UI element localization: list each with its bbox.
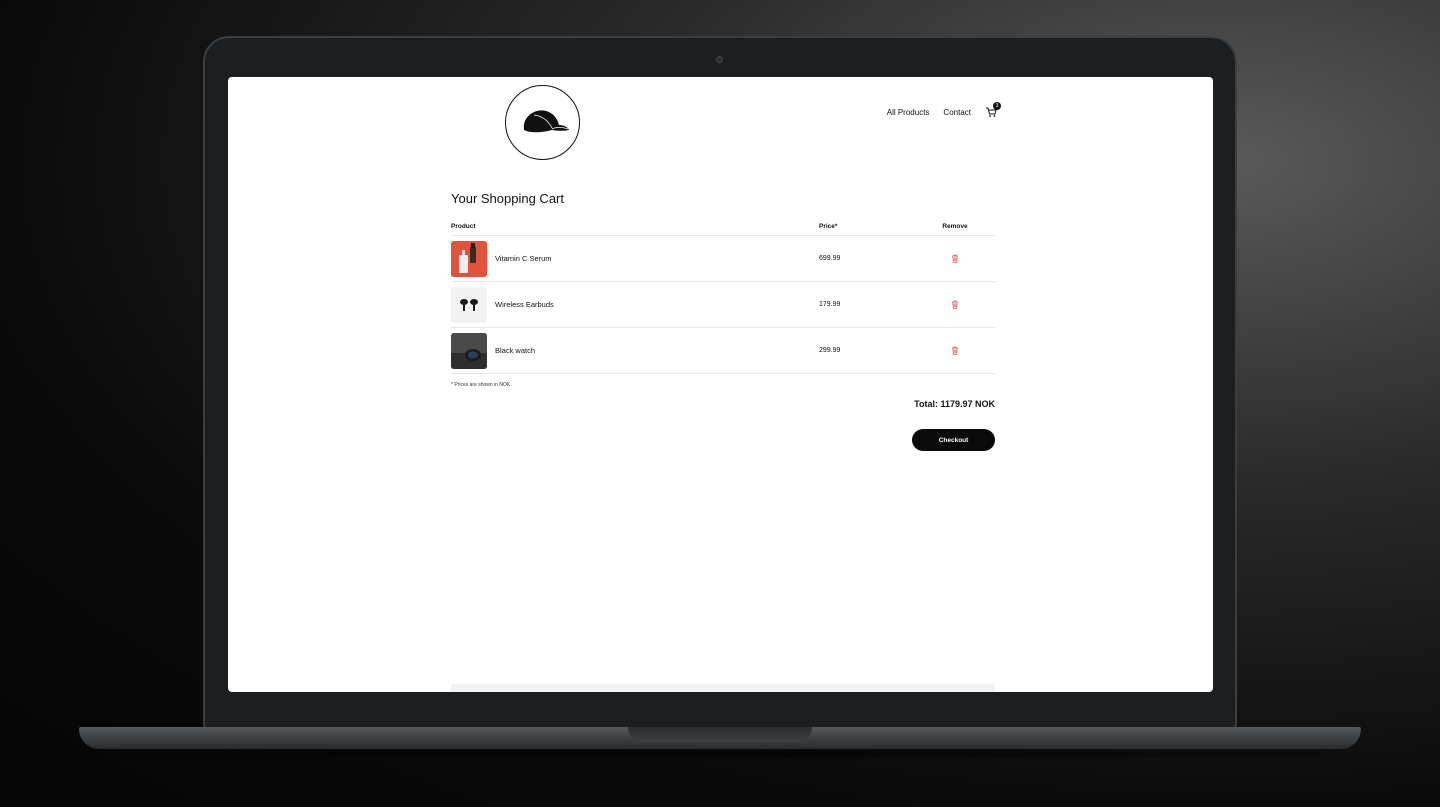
trash-icon[interactable] — [951, 300, 959, 309]
product-price: 699.99 — [819, 255, 841, 262]
cart-row: Vitamin C Serum 699.99 — [451, 236, 995, 282]
header-product: Product — [451, 222, 476, 230]
cart-icon[interactable]: 3 — [985, 102, 1001, 118]
cart-row: Wireless Earbuds 179.99 — [451, 282, 995, 328]
trash-icon[interactable] — [951, 254, 959, 263]
wireless-earbuds-image[interactable] — [451, 286, 487, 323]
header-remove: Remove — [942, 222, 968, 230]
laptop-shadow — [120, 749, 1320, 759]
price-note: * Prices are shown in NOK. — [451, 382, 512, 388]
page-title: Your Shopping Cart — [451, 191, 564, 206]
cart-total: Total: 1179.97 NOK — [914, 399, 995, 409]
product-name[interactable]: Wireless Earbuds — [495, 300, 554, 309]
checkout-button[interactable]: Checkout — [912, 429, 995, 451]
laptop-notch — [628, 727, 812, 742]
cart-count-badge: 3 — [993, 102, 1001, 110]
black-watch-image[interactable] — [451, 332, 487, 369]
site-logo[interactable] — [505, 85, 580, 160]
product-price: 179.99 — [819, 301, 841, 308]
nav-all-products[interactable]: All Products — [887, 108, 930, 117]
cart-table: Product Price* Remove Vitamin C Serum 69… — [451, 217, 995, 374]
cap-icon — [523, 109, 569, 132]
header-price: Price* — [819, 222, 838, 230]
footer-strip — [451, 684, 995, 692]
product-name[interactable]: Vitamin C Serum — [495, 254, 552, 263]
cart-table-header: Product Price* Remove — [451, 217, 995, 236]
trash-icon[interactable] — [951, 346, 959, 355]
product-price: 299.99 — [819, 347, 841, 354]
vitamin-c-serum-image[interactable] — [451, 240, 487, 277]
cart-row: Black watch 299.99 — [451, 328, 995, 374]
nav-contact[interactable]: Contact — [943, 108, 971, 117]
camera-dot — [716, 56, 723, 63]
top-nav: All Products Contact 3 — [887, 102, 1001, 118]
product-name[interactable]: Black watch — [495, 346, 535, 355]
browser-screen: All Products Contact 3 Your Shopping Car… — [228, 77, 1213, 692]
